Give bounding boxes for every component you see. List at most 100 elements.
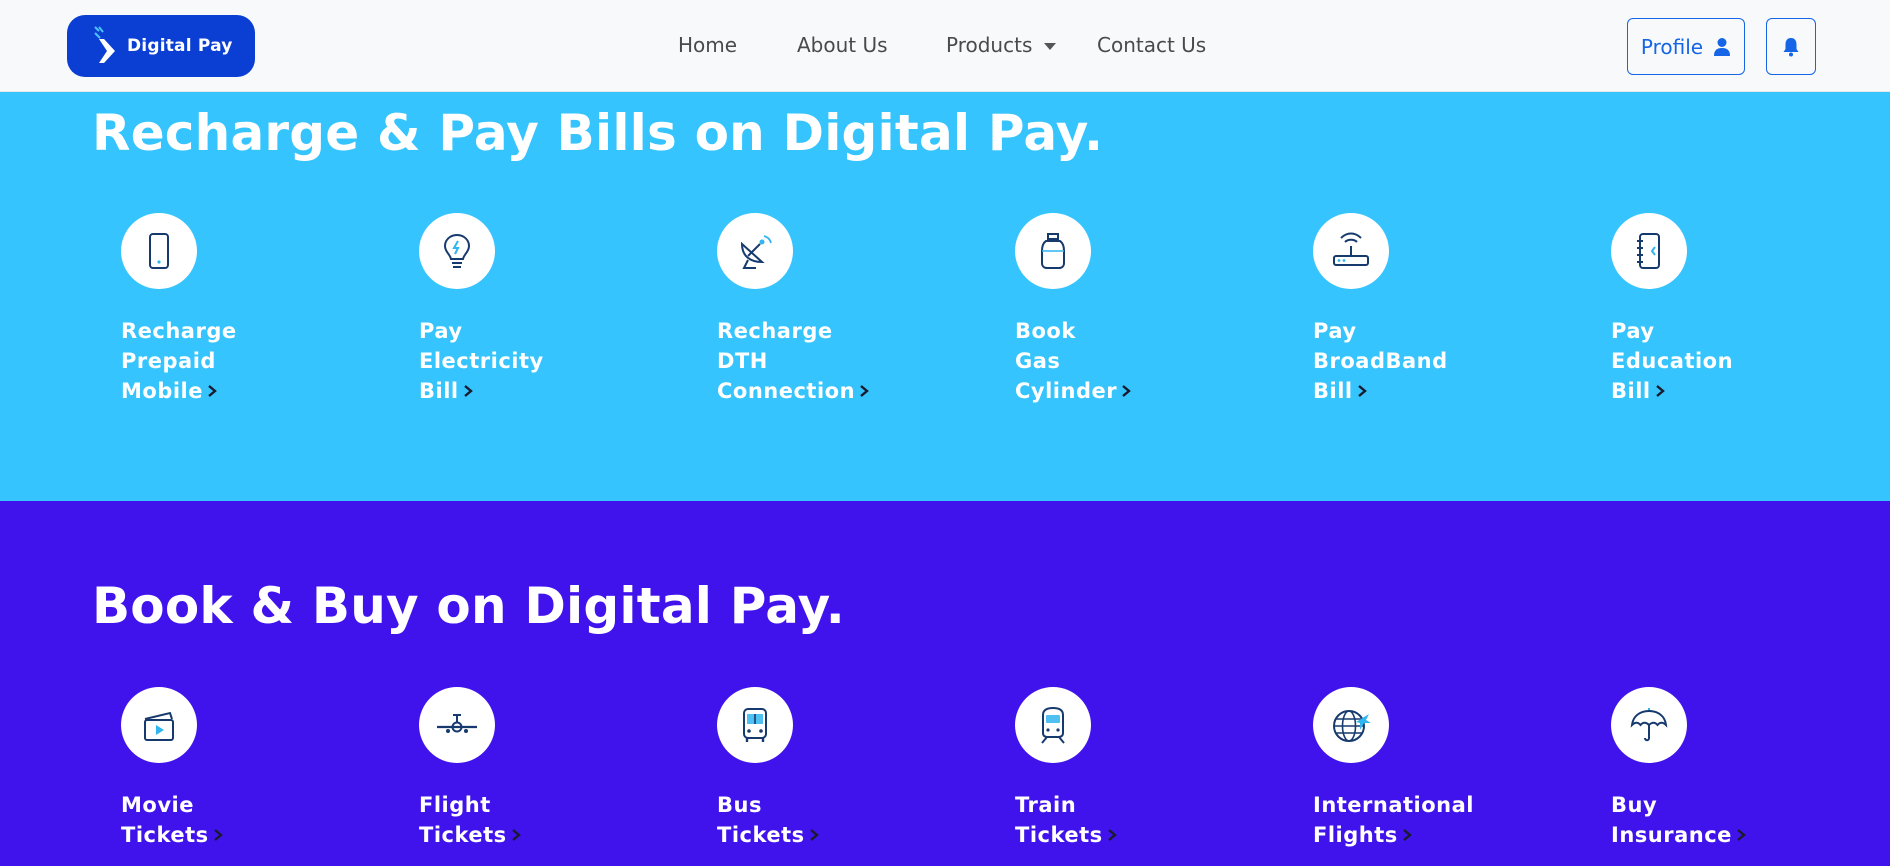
service-icon-circle bbox=[419, 213, 495, 289]
chevron-right-icon bbox=[1357, 385, 1367, 397]
chevron-right-icon bbox=[208, 385, 217, 397]
label-line: Mobile bbox=[121, 379, 203, 403]
label-line: Tickets bbox=[419, 823, 507, 847]
label-line: Education bbox=[1611, 349, 1734, 373]
umbrella-icon bbox=[1630, 708, 1668, 742]
clapperboard-icon bbox=[144, 711, 174, 741]
notifications-button[interactable] bbox=[1766, 18, 1816, 75]
chevron-right-icon bbox=[1655, 385, 1665, 397]
label-line: Bill bbox=[419, 379, 459, 403]
service-train-tickets[interactable]: Train Tickets bbox=[1015, 687, 1215, 850]
top-navbar: Digital Pay Home About Us Products Conta… bbox=[0, 0, 1890, 92]
service-label: Recharge Prepaid Mobile bbox=[121, 316, 321, 406]
service-label: Book Gas Cylinder bbox=[1015, 316, 1215, 406]
service-icon-circle bbox=[121, 213, 197, 289]
service-label: Flight Tickets bbox=[419, 790, 619, 850]
service-book-gas-cylinder[interactable]: Book Gas Cylinder bbox=[1015, 213, 1215, 406]
service-icon-circle bbox=[717, 213, 793, 289]
label-line: Pay bbox=[1611, 319, 1655, 343]
service-movie-tickets[interactable]: Movie Tickets bbox=[121, 687, 321, 850]
service-international-flights[interactable]: International Flights bbox=[1313, 687, 1513, 850]
service-buy-insurance[interactable]: Buy Insurance bbox=[1611, 687, 1811, 850]
label-line: Train bbox=[1015, 793, 1077, 817]
nav-products-dropdown[interactable]: Products bbox=[946, 33, 1032, 57]
profile-button[interactable]: Profile bbox=[1627, 18, 1745, 75]
label-line: Bill bbox=[1611, 379, 1651, 403]
label-line: Book bbox=[1015, 319, 1076, 343]
caret-down-icon[interactable] bbox=[1044, 43, 1056, 50]
train-icon bbox=[1041, 706, 1065, 744]
service-label: International Flights bbox=[1313, 790, 1513, 850]
gas-cylinder-icon bbox=[1041, 233, 1065, 269]
service-recharge-dth-connection[interactable]: Recharge DTH Connection bbox=[717, 213, 917, 406]
chevron-right-icon bbox=[1402, 829, 1412, 841]
service-label: Buy Insurance bbox=[1611, 790, 1811, 850]
chevron-right-icon bbox=[463, 385, 473, 397]
chevron-right-icon bbox=[213, 829, 223, 841]
label-line: Bus bbox=[717, 793, 762, 817]
service-icon-circle bbox=[121, 687, 197, 763]
chevron-right-icon bbox=[1122, 385, 1131, 397]
service-label: Recharge DTH Connection bbox=[717, 316, 917, 406]
nav-about-link[interactable]: About Us bbox=[797, 33, 888, 57]
service-icon-circle bbox=[1313, 213, 1389, 289]
notebook-icon bbox=[1637, 233, 1660, 269]
profile-label: Profile bbox=[1640, 34, 1704, 59]
service-icon-circle bbox=[1313, 687, 1389, 763]
label-line: DTH bbox=[717, 349, 768, 373]
service-label: Bus Tickets bbox=[717, 790, 917, 850]
label-line: Prepaid bbox=[121, 349, 216, 373]
mobile-phone-icon bbox=[149, 233, 169, 269]
label-line: Cylinder bbox=[1015, 379, 1118, 403]
label-line: Insurance bbox=[1611, 823, 1732, 847]
service-label: Pay Education Bill bbox=[1611, 316, 1811, 406]
satellite-dish-icon bbox=[740, 235, 772, 269]
service-label: Pay Electricity Bill bbox=[419, 316, 619, 406]
label-line: Pay bbox=[1313, 319, 1357, 343]
service-icon-circle bbox=[717, 687, 793, 763]
chevron-right-icon bbox=[809, 829, 819, 841]
service-pay-broadband-bill[interactable]: Pay BroadBand Bill bbox=[1313, 213, 1513, 406]
label-line: Electricity bbox=[419, 349, 544, 373]
brand-logo[interactable]: Digital Pay bbox=[67, 15, 255, 77]
chevron-right-icon bbox=[511, 829, 521, 841]
chevron-right-icon bbox=[1107, 829, 1117, 841]
service-recharge-prepaid-mobile[interactable]: Recharge Prepaid Mobile bbox=[121, 213, 321, 406]
nav-contact-link[interactable]: Contact Us bbox=[1097, 33, 1206, 57]
label-line: Pay bbox=[419, 319, 463, 343]
service-icon-circle bbox=[419, 687, 495, 763]
label-line: Tickets bbox=[121, 823, 209, 847]
chevron-right-icon bbox=[860, 385, 869, 397]
router-icon bbox=[1333, 232, 1369, 266]
lightbulb-icon bbox=[443, 233, 471, 268]
bus-icon bbox=[743, 708, 767, 742]
service-pay-electricity-bill[interactable]: Pay Electricity Bill bbox=[419, 213, 619, 406]
service-icon-circle bbox=[1015, 687, 1091, 763]
service-label: Movie Tickets bbox=[121, 790, 321, 850]
globe-plane-icon bbox=[1333, 710, 1371, 742]
nav-home-link[interactable]: Home bbox=[678, 33, 737, 57]
service-flight-tickets[interactable]: Flight Tickets bbox=[419, 687, 619, 850]
airplane-icon bbox=[437, 714, 477, 733]
label-line: Recharge bbox=[717, 319, 833, 343]
service-label: Train Tickets bbox=[1015, 790, 1215, 850]
label-line: Movie bbox=[121, 793, 194, 817]
label-line: Flights bbox=[1313, 823, 1398, 847]
label-line: Connection bbox=[717, 379, 856, 403]
service-icon-circle bbox=[1611, 213, 1687, 289]
label-line: Flight bbox=[419, 793, 491, 817]
brand-arrow-icon bbox=[94, 26, 115, 63]
service-bus-tickets[interactable]: Bus Tickets bbox=[717, 687, 917, 850]
service-icon-circle bbox=[1611, 687, 1687, 763]
label-line: Tickets bbox=[1015, 823, 1103, 847]
book-section: Book & Buy on Digital Pay. Movie Tickets bbox=[0, 501, 1890, 866]
chevron-right-icon bbox=[1737, 829, 1746, 841]
label-line: BroadBand bbox=[1313, 349, 1448, 373]
service-pay-education-bill[interactable]: Pay Education Bill bbox=[1611, 213, 1811, 406]
label-line: Bill bbox=[1313, 379, 1353, 403]
label-line: Tickets bbox=[717, 823, 805, 847]
recharge-section-title: Recharge & Pay Bills on Digital Pay. bbox=[92, 104, 1104, 162]
label-line: International bbox=[1313, 793, 1475, 817]
label-line: Recharge bbox=[121, 319, 237, 343]
label-line: Buy bbox=[1611, 793, 1658, 817]
